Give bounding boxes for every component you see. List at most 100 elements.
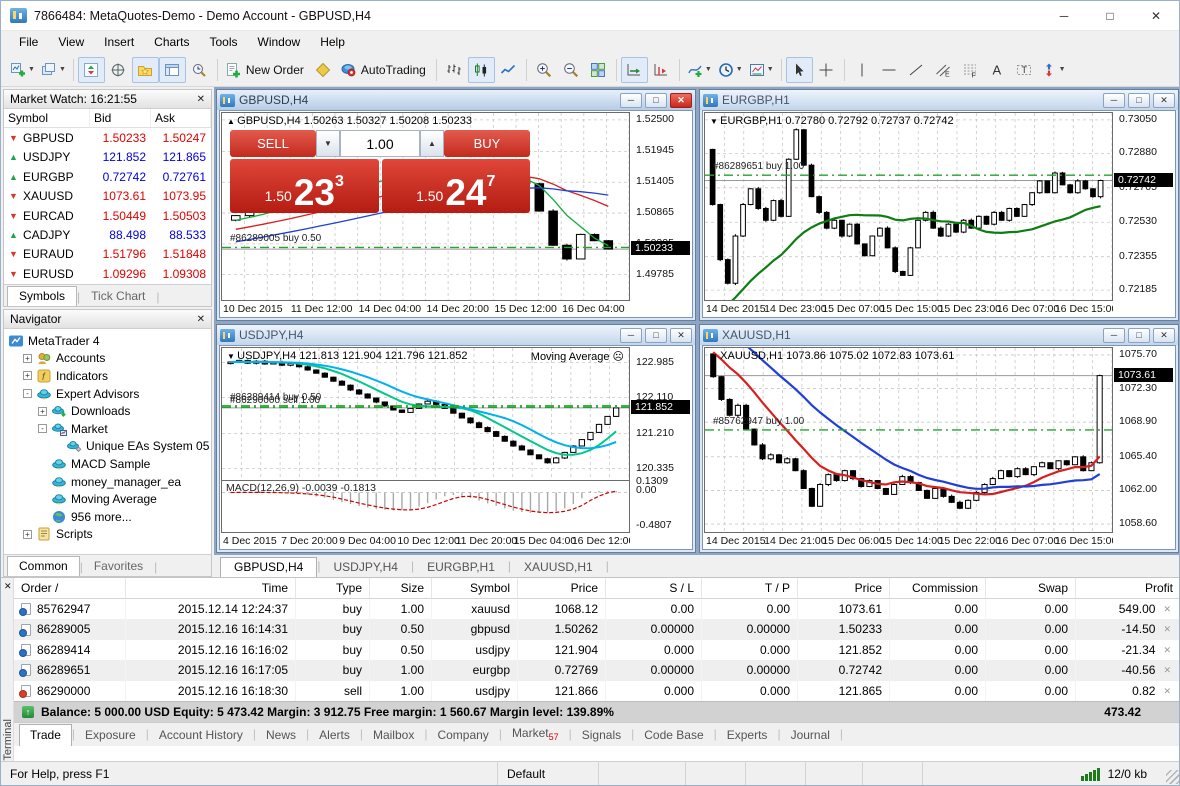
orders-column-size[interactable]: Size xyxy=(370,578,432,599)
close-button[interactable]: ✕ xyxy=(1153,92,1175,108)
arrows-button[interactable]: ▼ xyxy=(1038,57,1069,83)
chart-window-eurgbp[interactable]: EURGBP,H1 ─ □ ✕ #86289651 buy 1.00 ▼ EURGBP,H… xyxy=(699,89,1179,321)
close-order-icon[interactable]: ✕ xyxy=(1163,619,1171,639)
restore-button[interactable]: □ xyxy=(645,92,667,108)
macd-subwindow[interactable]: MACD(12,26,9) -0.0039 -0.1813 xyxy=(222,480,629,532)
volume-up-stepper[interactable]: ▲ xyxy=(420,130,444,157)
collapse-icon[interactable]: - xyxy=(23,389,32,399)
chart-tab-xauusd-h1[interactable]: XAUUSD,H1 xyxy=(511,558,606,577)
orders-column-sl[interactable]: S / L xyxy=(606,578,702,599)
restore-button[interactable]: □ xyxy=(645,327,667,343)
terminal-tab-exposure[interactable]: Exposure xyxy=(75,725,146,746)
chart-window-titlebar[interactable]: EURGBP,H1 ─ □ ✕ xyxy=(700,90,1178,110)
vline-button[interactable] xyxy=(849,57,876,83)
order-row[interactable]: 86289414 2015.12.16 16:16:02 buy 0.50 usdjpy… xyxy=(14,639,1179,661)
market-watch-row[interactable]: ▼ EURAUD 1.51796 1.51848 xyxy=(4,245,211,264)
close-order-icon[interactable]: ✕ xyxy=(1163,660,1171,680)
orders-column-type[interactable]: Type xyxy=(296,578,370,599)
autotrading-button[interactable]: AutoTrading xyxy=(337,57,432,83)
market-watch-row[interactable]: ▼ XAUUSD 1073.61 1073.95 xyxy=(4,187,211,206)
expand-icon[interactable]: + xyxy=(23,371,32,381)
indicators-button[interactable]: ▼ xyxy=(684,57,715,83)
crosshair-button[interactable] xyxy=(813,57,840,83)
chart-shift-button[interactable] xyxy=(648,57,675,83)
chart-tab-gbpusd-h4[interactable]: GBPUSD,H4 xyxy=(220,557,318,577)
close-button[interactable]: ✕ xyxy=(670,92,692,108)
market-watch-toggle[interactable] xyxy=(77,56,105,83)
chart-window-xauusd[interactable]: XAUUSD,H1 ─ □ ✕ #85762947 buy 1.00 ▼ XAUUSD,H… xyxy=(699,324,1179,553)
terminal-tab-mailbox[interactable]: Mailbox xyxy=(363,725,424,746)
terminal-tab-journal[interactable]: Journal xyxy=(781,725,840,746)
chart-window-titlebar[interactable]: GBPUSD,H4 ─ □ ✕ xyxy=(217,90,695,110)
market-watch-row[interactable]: ▲ CADJPY 88.498 88.533 xyxy=(4,225,211,244)
minimize-button[interactable]: ─ xyxy=(1041,1,1087,30)
market-watch-row[interactable]: ▼ EURUSD 1.09296 1.09308 xyxy=(4,264,211,283)
navigator-toggle[interactable] xyxy=(131,56,159,83)
close-button[interactable]: ✕ xyxy=(1153,327,1175,343)
close-button[interactable]: ✕ xyxy=(1133,1,1179,30)
zoom-out-button[interactable] xyxy=(558,57,585,83)
navigator-item-unique-eas-system-05[interactable]: Unique EAs System 05 xyxy=(4,438,211,456)
terminal-tab-experts[interactable]: Experts xyxy=(717,725,778,746)
menu-file[interactable]: File xyxy=(9,32,48,52)
buy-button[interactable]: BUY xyxy=(444,130,530,157)
chart-window-titlebar[interactable]: USDJPY,H4 ─ □ ✕ xyxy=(217,325,695,345)
market-watch-row[interactable]: ▼ GBPUSD 1.50233 1.50247 xyxy=(4,128,211,147)
minimize-button[interactable]: ─ xyxy=(1103,327,1125,343)
chart-plot[interactable]: #86289414 buy 0.50 #86290000 sell 1.00 ▼ U… xyxy=(222,348,629,480)
orders-column-time[interactable]: Time xyxy=(126,578,296,599)
navigator-item-expert-advisors[interactable]: - Expert Advisors xyxy=(4,385,211,403)
orders-column-swap[interactable]: Swap xyxy=(986,578,1076,599)
candlestick-button[interactable] xyxy=(467,56,495,83)
tab-symbols[interactable]: Symbols xyxy=(7,286,78,306)
terminal-tab-account-history[interactable]: Account History xyxy=(149,725,253,746)
tab-common[interactable]: Common xyxy=(7,556,80,576)
chart-tab-eurgbp-h1[interactable]: EURGBP,H1 xyxy=(414,558,508,577)
terminal-tab-trade[interactable]: Trade xyxy=(19,723,72,746)
navigator-item-indicators[interactable]: + f Indicators xyxy=(4,367,211,385)
order-row[interactable]: 86289005 2015.12.16 16:14:31 buy 0.50 gbpusd… xyxy=(14,619,1179,640)
market-watch-row[interactable]: ▲ USDJPY 121.852 121.865 xyxy=(4,148,211,167)
text-button[interactable]: A xyxy=(984,57,1011,83)
navigator-item-moving-average[interactable]: Moving Average xyxy=(4,490,211,508)
minimize-button[interactable]: ─ xyxy=(620,327,642,343)
navigator-item-macd-sample[interactable]: MACD Sample xyxy=(4,455,211,473)
close-order-icon[interactable]: ✕ xyxy=(1163,681,1171,701)
channel-button[interactable]: E xyxy=(930,57,957,83)
terminal-tab-alerts[interactable]: Alerts xyxy=(309,725,360,746)
fibonacci-button[interactable]: F xyxy=(957,57,984,83)
orders-column-order[interactable]: Order / xyxy=(14,578,126,599)
order-row[interactable]: 85762947 2015.12.14 12:24:37 buy 1.00 xauusd… xyxy=(14,599,1179,620)
volume-input[interactable]: 1.00 xyxy=(340,130,420,157)
menu-help[interactable]: Help xyxy=(310,32,355,52)
hline-button[interactable] xyxy=(876,57,903,83)
new-chart-button[interactable]: ▼ xyxy=(7,57,38,83)
menu-view[interactable]: View xyxy=(48,32,94,52)
resize-grip[interactable] xyxy=(1166,770,1179,784)
orders-column-tp[interactable]: T / P xyxy=(702,578,798,599)
new-order-button[interactable]: New Order xyxy=(222,57,310,83)
expand-icon[interactable]: + xyxy=(23,529,32,539)
menu-window[interactable]: Window xyxy=(248,32,311,52)
close-icon[interactable]: ✕ xyxy=(4,581,12,592)
chart-window-gbpusd[interactable]: GBPUSD,H4 ─ □ ✕ #86289005 buy 0.50 ▲ GBPUSD,H… xyxy=(216,89,696,321)
chart-window-titlebar[interactable]: XAUUSD,H1 ─ □ ✕ xyxy=(700,325,1178,345)
navigator-item-money-manager-ea[interactable]: money_manager_ea xyxy=(4,473,211,491)
navigator-item-metatrader-4[interactable]: MetaTrader 4 xyxy=(4,332,211,350)
terminal-tab-company[interactable]: Company xyxy=(427,725,498,746)
terminal-tab-market[interactable]: Market57 xyxy=(502,723,569,746)
column-header-ask[interactable]: Ask xyxy=(151,109,211,128)
expand-icon[interactable]: + xyxy=(23,353,32,363)
periods-button[interactable]: ▼ xyxy=(715,57,746,83)
buy-price-button[interactable]: 1.50 24 7 xyxy=(381,159,530,213)
menu-insert[interactable]: Insert xyxy=(94,32,144,52)
orders-column-symbol[interactable]: Symbol xyxy=(432,578,518,599)
close-order-icon[interactable]: ✕ xyxy=(1163,599,1171,619)
status-profile-segment[interactable]: Default xyxy=(498,762,599,785)
navigator-item-market[interactable]: - Market xyxy=(4,420,211,438)
cursor-button[interactable] xyxy=(785,56,813,83)
minimize-button[interactable]: ─ xyxy=(620,92,642,108)
tab-tick-chart[interactable]: Tick Chart xyxy=(80,287,156,306)
terminal-tab-news[interactable]: News xyxy=(256,725,306,746)
expand-icon[interactable]: + xyxy=(38,406,47,416)
